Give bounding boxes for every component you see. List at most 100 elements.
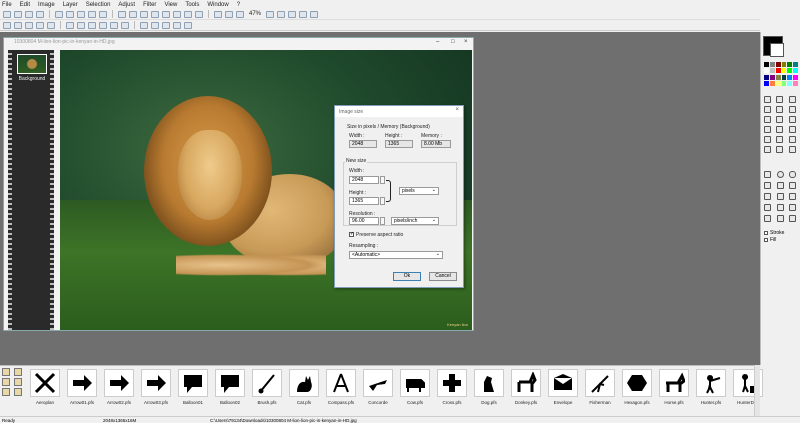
close-icon[interactable]: × [464,39,468,45]
resolution-unit-select[interactable]: pixels/inch [391,217,439,225]
save-icon[interactable] [25,10,33,18]
menu-help[interactable]: ? [237,2,240,8]
copy-icon[interactable] [66,10,74,18]
palette-swatch[interactable] [775,80,781,86]
palette-swatch[interactable] [764,74,769,80]
crop-icon[interactable] [162,10,170,18]
triangle-icon[interactable] [776,182,784,189]
shape-item[interactable]: Balloon02 [213,369,247,415]
ruler-icon[interactable] [288,10,297,18]
cancel-button[interactable]: Cancel [429,272,457,281]
zoom-tool-icon[interactable] [788,146,796,153]
palette-swatch[interactable] [769,62,775,67]
ungroup-icon[interactable] [173,21,181,29]
layer-thumbnail[interactable] [17,54,47,74]
pencil-icon[interactable] [764,116,771,123]
shape-item[interactable]: Compass.pfs [324,369,358,415]
palette-swatch[interactable] [764,80,769,86]
select-icon[interactable] [764,96,771,103]
align-left-icon[interactable] [66,21,74,29]
group-icon[interactable] [162,21,170,29]
palette-swatch[interactable] [781,62,787,67]
polygon-icon[interactable] [789,193,797,200]
shape-item[interactable]: Envelope [546,369,580,415]
align-middle-icon[interactable] [110,21,118,29]
resampling-select[interactable]: <Automatic> [349,251,443,259]
help-icon[interactable] [310,10,319,18]
shape-item[interactable]: Cow.pfs [398,369,432,415]
palette-swatch[interactable] [769,74,775,80]
menu-layer[interactable]: Layer [63,2,78,8]
palette-swatch[interactable] [775,68,781,74]
maximize-icon[interactable]: □ [451,39,455,45]
favorite-icon[interactable] [14,388,22,396]
zoom-out-icon[interactable] [225,10,233,18]
palette-swatch[interactable] [764,68,769,74]
palette-swatch[interactable] [781,68,787,74]
contrast-icon[interactable] [25,21,33,29]
preserve-aspect-checkbox[interactable]: ✓ [349,232,354,237]
palette-swatch[interactable] [787,68,793,74]
align-center-icon[interactable] [77,21,85,29]
background-color-swatch[interactable] [770,43,784,57]
shape-item[interactable]: Fisherman [583,369,617,415]
diamond-icon[interactable] [764,182,771,189]
eyedropper-icon[interactable] [788,106,796,113]
undo-icon[interactable] [88,10,96,18]
smudge-icon[interactable] [776,136,784,143]
palette-swatch[interactable] [781,74,787,80]
palette-swatch[interactable] [787,62,793,67]
open-icon[interactable] [14,10,22,18]
crop-tool-icon[interactable] [776,106,784,113]
new-height-input[interactable]: 1365 [349,197,379,205]
palette-swatch[interactable] [793,80,798,86]
shape-item[interactable]: Horse.pfs [657,369,691,415]
shape-c-icon[interactable] [789,204,797,211]
align-bottom-icon[interactable] [121,21,129,29]
palette-swatch[interactable] [787,80,793,86]
scan-icon[interactable] [118,10,126,18]
shape-item[interactable]: Concorde [361,369,395,415]
menu-adjust[interactable]: Adjust [118,2,135,8]
shape-f-icon[interactable] [789,215,797,222]
shape-item[interactable]: Arrow03.pfs [139,369,173,415]
shape-item[interactable]: Dog.pfs [472,369,506,415]
palette-swatch[interactable] [787,74,793,80]
text-icon[interactable] [764,136,771,143]
palette-swatch[interactable] [769,68,775,74]
fill-option[interactable]: Fill [764,237,776,243]
shape-item[interactable]: Donkey.pfs [509,369,543,415]
zoom-level[interactable]: 47% [249,11,261,17]
align-top-icon[interactable] [99,21,107,29]
menu-selection[interactable]: Selection [86,2,111,8]
levels-icon[interactable] [36,21,44,29]
browser-icon[interactable] [140,10,148,18]
folder-open-icon[interactable] [14,368,22,376]
shape-a-icon[interactable] [764,204,771,211]
star-icon[interactable] [789,182,797,189]
width-spinner[interactable] [380,176,385,184]
adjust-icon[interactable] [3,21,11,29]
folder-icon[interactable] [2,368,10,376]
stroke-option[interactable]: Stroke [764,230,784,236]
magic-wand-icon[interactable] [764,106,771,113]
new-icon[interactable] [3,10,11,18]
palette-swatch[interactable] [775,74,781,80]
folder-up-icon[interactable] [14,378,22,386]
shape-item[interactable]: Cat.pfs [287,369,321,415]
resolution-input[interactable]: 96.00 [349,217,379,225]
effects-icon[interactable] [195,10,203,18]
palette-swatch[interactable] [775,62,781,67]
move-icon[interactable] [776,96,784,103]
layers-icon[interactable] [299,10,308,18]
shape-item[interactable]: Hunter.pfs [694,369,728,415]
sharpen-icon[interactable] [776,146,784,153]
menu-tools[interactable]: Tools [185,2,199,8]
rotate-icon[interactable] [173,10,181,18]
arrow-tool-icon[interactable] [776,193,784,200]
arrange-back-icon[interactable] [151,21,159,29]
new-width-input[interactable]: 2048 [349,176,379,184]
folder-add-icon[interactable] [2,378,10,386]
unit-select[interactable]: pixels [399,187,439,195]
fill-checkbox[interactable] [764,238,768,242]
